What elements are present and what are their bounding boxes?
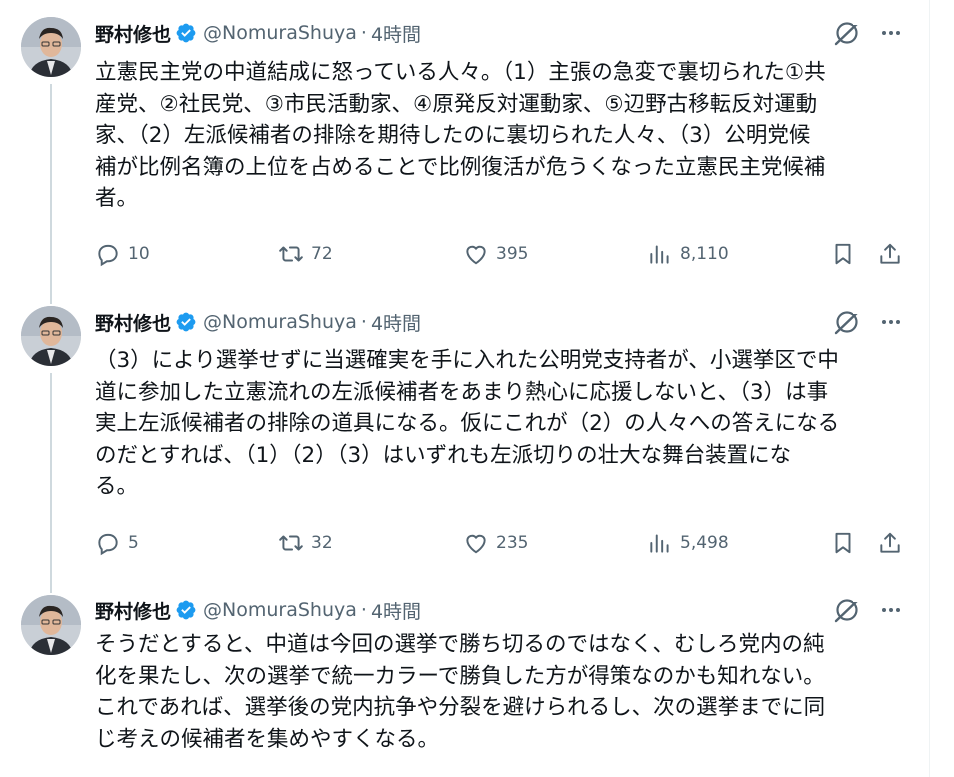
display-name[interactable]: 野村修也 [95, 597, 171, 624]
tweet-header: 野村修也 @NomuraShuya · 4時間 [95, 595, 421, 625]
user-handle[interactable]: @NomuraShuya [203, 599, 357, 621]
views-icon [650, 534, 669, 553]
separator-dot: · [360, 22, 367, 44]
more-icon[interactable] [876, 595, 906, 625]
repost-icon [279, 535, 303, 551]
thread-line [50, 84, 52, 290]
views-button[interactable]: 5,498 [647, 528, 729, 558]
tweet[interactable]: 野村修也 @NomuraShuya · 4時間 そうだとすると、中道は今回の選挙… [0, 580, 929, 777]
tweet-text: 立憲民主党の中道結成に怒っている人々。（1）主張の急変で裏切られた①共 産党、②… [95, 60, 826, 211]
thread-line [50, 580, 52, 593]
avatar[interactable] [21, 17, 81, 77]
repost-button[interactable]: 72 [278, 239, 333, 269]
timestamp[interactable]: 4時間 [371, 309, 421, 336]
share-button[interactable] [877, 239, 903, 269]
display-name[interactable]: 野村修也 [95, 20, 171, 47]
tweet-header: 野村修也 @NomuraShuya · 4時間 [95, 18, 421, 48]
bookmark-button[interactable] [830, 239, 856, 269]
like-count: 235 [496, 533, 529, 553]
like-button[interactable]: 235 [463, 528, 528, 558]
like-icon [466, 245, 486, 265]
tweet-text: そうだとすると、中道は今回の選挙で勝ち切るのではなく、むしろ党内の純 化を果たし… [95, 632, 826, 752]
reply-button[interactable]: 10 [95, 239, 150, 269]
timestamp[interactable]: 4時間 [371, 20, 421, 47]
tweet-actions: 10 72 395 8,110 [95, 239, 915, 269]
repost-count: 72 [311, 244, 333, 264]
view-count: 5,498 [680, 533, 729, 553]
share-icon [880, 243, 900, 264]
separator-dot: · [360, 599, 367, 621]
like-button[interactable]: 395 [463, 239, 528, 269]
more-icon[interactable] [876, 307, 906, 337]
verified-badge-icon[interactable] [175, 599, 197, 621]
repost-icon [279, 246, 303, 262]
thread-line [50, 373, 52, 580]
bookmark-icon [835, 532, 851, 554]
tweet[interactable]: 野村修也 @NomuraShuya · 4時間 立憲民主党の中道結成に怒っている… [0, 0, 929, 290]
reply-count: 10 [128, 244, 150, 264]
views-button[interactable]: 8,110 [647, 239, 729, 269]
reply-icon [98, 244, 118, 267]
view-count: 8,110 [680, 244, 729, 264]
verified-badge-icon[interactable] [175, 311, 197, 333]
separator-dot: · [360, 311, 367, 333]
tweet-actions: 5 32 235 5,498 [95, 528, 915, 558]
more-icon[interactable] [876, 18, 906, 48]
timestamp[interactable]: 4時間 [371, 597, 421, 624]
reply-icon [98, 533, 118, 556]
grok-icon[interactable] [833, 19, 861, 47]
display-name[interactable]: 野村修也 [95, 309, 171, 336]
like-icon [466, 534, 486, 554]
tweet[interactable]: 野村修也 @NomuraShuya · 4時間 （3）により選挙せずに当選確実を… [0, 290, 929, 580]
repost-count: 32 [311, 533, 333, 553]
timeline-border [929, 0, 930, 777]
bookmark-icon [835, 243, 851, 265]
bookmark-button[interactable] [830, 528, 856, 558]
grok-icon[interactable] [833, 596, 861, 624]
tweet-text: （3）により選挙せずに当選確実を手に入れた公明党支持者が、小選挙区で中 道に参加… [95, 348, 840, 499]
user-handle[interactable]: @NomuraShuya [203, 311, 357, 333]
reply-count: 5 [128, 533, 139, 553]
share-button[interactable] [877, 528, 903, 558]
views-icon [650, 245, 669, 264]
repost-button[interactable]: 32 [278, 528, 333, 558]
avatar[interactable] [21, 306, 81, 366]
grok-icon[interactable] [833, 308, 861, 336]
avatar[interactable] [21, 595, 81, 655]
thread-line [50, 290, 52, 304]
verified-badge-icon[interactable] [175, 22, 197, 44]
tweet-header: 野村修也 @NomuraShuya · 4時間 [95, 307, 421, 337]
user-handle[interactable]: @NomuraShuya [203, 22, 357, 44]
share-icon [880, 532, 900, 553]
like-count: 395 [496, 244, 529, 264]
reply-button[interactable]: 5 [95, 528, 139, 558]
